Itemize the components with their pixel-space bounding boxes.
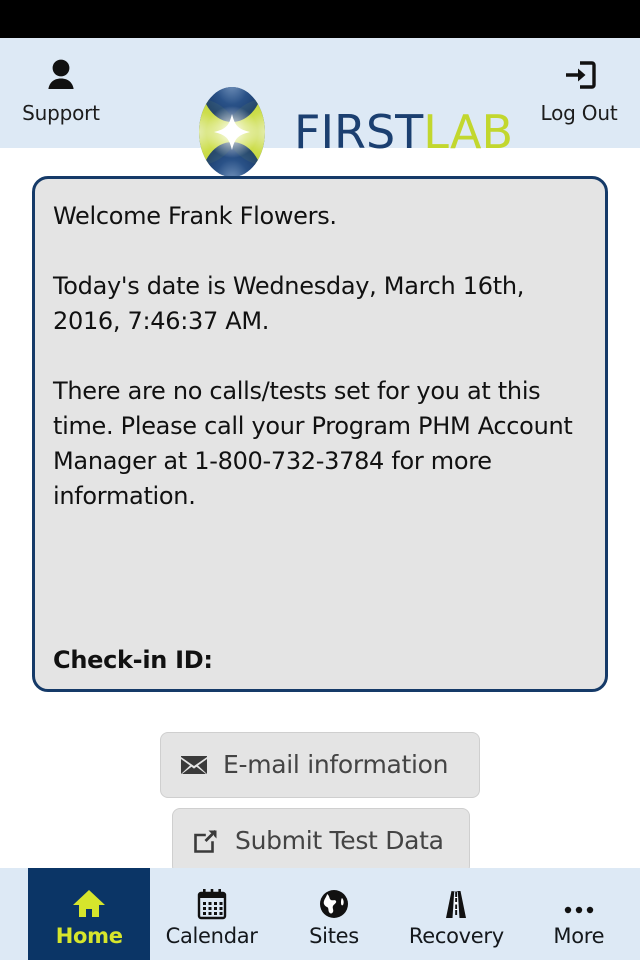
checkin-id-label: Check-in ID: xyxy=(53,646,213,674)
tab-home-label: Home xyxy=(55,924,123,948)
envelope-icon xyxy=(179,750,209,780)
road-icon xyxy=(441,882,471,920)
tab-more[interactable]: More xyxy=(518,868,640,960)
support-label: Support xyxy=(22,101,100,125)
tab-recovery[interactable]: Recovery xyxy=(395,868,517,960)
tab-sites[interactable]: Sites xyxy=(273,868,395,960)
tab-calendar[interactable]: Calendar xyxy=(150,868,272,960)
logout-button[interactable]: Log Out xyxy=(521,52,637,126)
logout-icon xyxy=(521,52,637,98)
logo-lab-text: LAB xyxy=(423,105,514,159)
tab-more-label: More xyxy=(553,924,605,948)
tab-recovery-label: Recovery xyxy=(408,924,504,948)
ellipsis-icon xyxy=(562,882,596,920)
tab-calendar-label: Calendar xyxy=(165,924,258,948)
globe-icon xyxy=(318,882,350,920)
app-screen: Support FIRSTLAB Log Out Welcome Frank F… xyxy=(0,0,640,960)
welcome-panel: Welcome Frank Flowers. Today's date is W… xyxy=(32,176,608,692)
welcome-message: Welcome Frank Flowers. Today's date is W… xyxy=(53,202,573,510)
app-header: Support FIRSTLAB Log Out xyxy=(0,38,640,177)
email-information-label: E-mail information xyxy=(223,750,449,779)
firstlab-logo-icon xyxy=(186,84,278,180)
tab-home[interactable]: Home xyxy=(28,868,151,960)
submit-test-data-label: Submit Test Data xyxy=(235,826,444,855)
status-bar xyxy=(0,0,640,38)
logo-wordmark: FIRSTLAB xyxy=(294,109,513,155)
logout-label: Log Out xyxy=(540,101,618,125)
tabbar-left-spacer xyxy=(0,868,28,960)
firstlab-logo: FIRSTLAB xyxy=(186,84,513,180)
support-button[interactable]: Support xyxy=(3,52,119,126)
home-icon xyxy=(72,882,106,920)
submit-test-data-button[interactable]: Submit Test Data xyxy=(172,808,470,874)
tab-sites-label: Sites xyxy=(309,924,359,948)
email-information-button[interactable]: E-mail information xyxy=(160,732,480,798)
bottom-navigation: Home Calendar Sites Recovery More xyxy=(0,868,640,960)
calendar-icon xyxy=(197,882,227,920)
user-icon xyxy=(3,52,119,98)
logo-first-text: FIRST xyxy=(294,105,424,159)
external-link-icon xyxy=(191,826,221,856)
